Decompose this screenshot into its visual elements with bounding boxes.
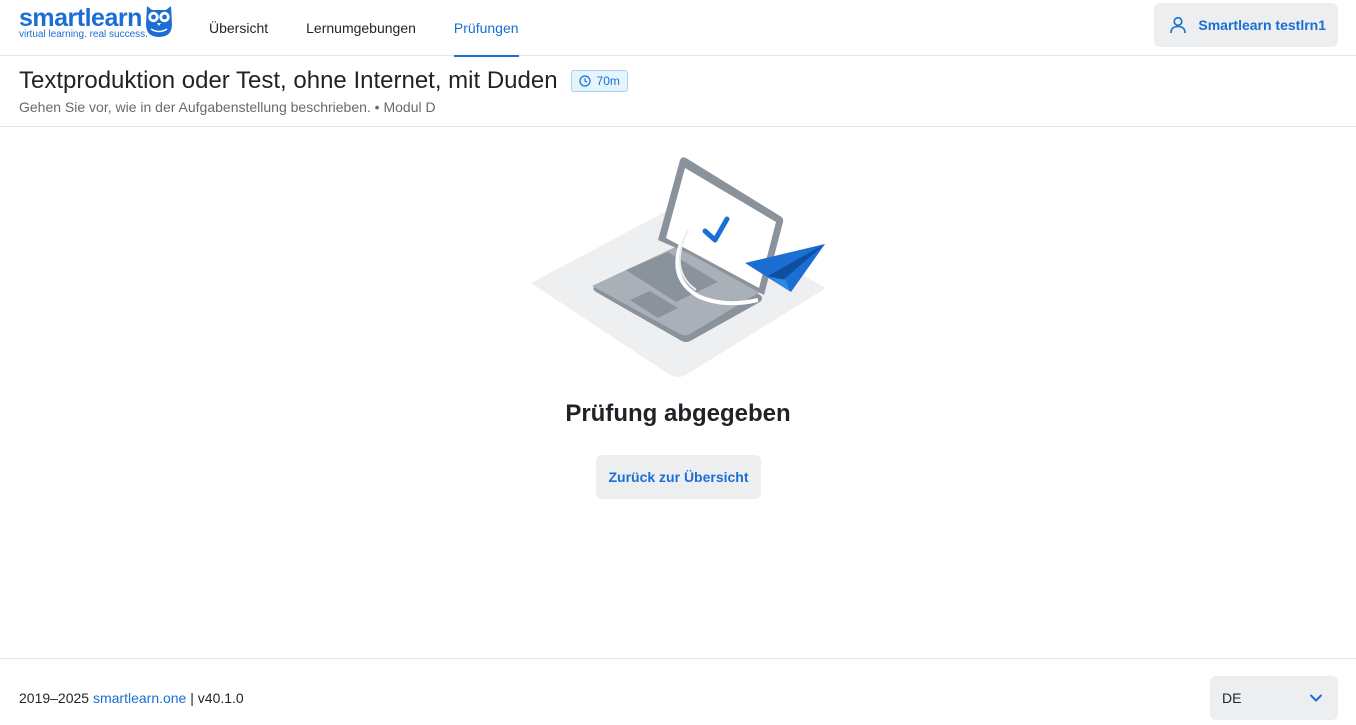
nav-tab-overview[interactable]: Übersicht <box>190 0 287 56</box>
exam-header: Textproduktion oder Test, ohne Internet,… <box>0 57 1356 127</box>
user-icon <box>1170 16 1187 34</box>
chevron-down-icon <box>1310 694 1322 702</box>
page-title: Textproduktion oder Test, ohne Internet,… <box>19 67 558 94</box>
app-version: | v40.1.0 <box>190 690 244 706</box>
nav-tab-learning-environments[interactable]: Lernumgebungen <box>287 0 435 56</box>
user-name: Smartlearn testlrn1 <box>1198 17 1326 33</box>
user-menu-button[interactable]: Smartlearn testlrn1 <box>1154 3 1338 47</box>
site-link[interactable]: smartlearn.one <box>93 690 186 706</box>
owl-icon <box>146 6 172 37</box>
nav-tab-exams[interactable]: Prüfungen <box>435 0 538 57</box>
smartlearn-logo[interactable]: smartlearn virtual learning. real succes… <box>19 4 179 44</box>
language-value: DE <box>1222 690 1242 706</box>
duration-value: 70m <box>596 74 620 88</box>
copyright-years: 2019–2025 <box>19 690 90 706</box>
main-nav: Übersicht Lernumgebungen Prüfungen <box>190 0 538 57</box>
clock-icon <box>578 75 591 87</box>
footer: 2019–2025 smartlearn.one | v40.1.0 DE <box>0 658 1356 725</box>
top-navigation-bar: smartlearn virtual learning. real succes… <box>0 0 1356 57</box>
exam-title-row: Textproduktion oder Test, ohne Internet,… <box>19 67 628 95</box>
copyright-text: 2019–2025 smartlearn.one | v40.1.0 <box>19 690 244 706</box>
back-to-overview-button[interactable]: Zurück zur Übersicht <box>596 455 761 499</box>
exam-subtitle: Gehen Sie vor, wie in der Aufgabenstellu… <box>19 99 436 115</box>
language-select[interactable]: DE <box>1210 676 1338 720</box>
duration-badge: 70m <box>570 70 628 92</box>
submitted-illustration <box>531 157 826 377</box>
logo-tagline: virtual learning. real success. <box>19 29 148 40</box>
result-title: Prüfung abgegeben <box>565 400 791 427</box>
